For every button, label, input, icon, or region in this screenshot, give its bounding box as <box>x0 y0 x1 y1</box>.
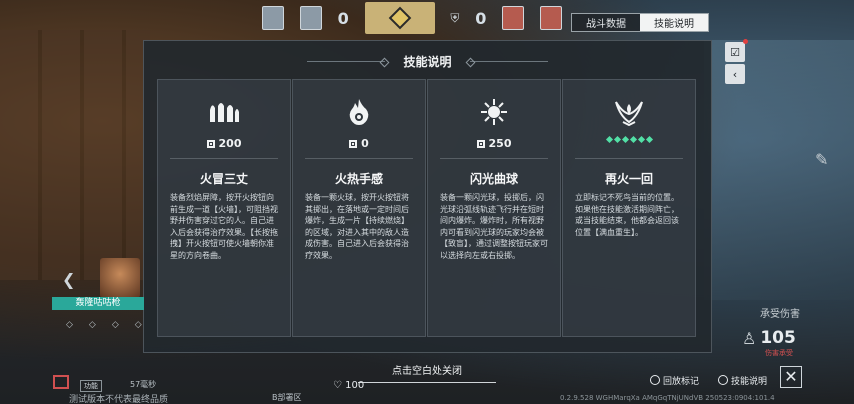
ultimate-point <box>605 135 613 144</box>
skill-name: 火热手感 <box>334 172 383 186</box>
close-hint-underline <box>358 382 496 383</box>
skill-card-curveball-wall: 200 火冒三丈 装备烈焰屏障，按开火按钮向前生成一道【火墙】，可阻挡视野并伤害… <box>157 79 291 337</box>
damage-taken-label: 承受伤害 <box>760 309 800 320</box>
shield-icon: ⛨ <box>450 10 460 25</box>
checklist-button[interactable]: ☑ <box>725 39 748 62</box>
ping-chip: 功能 <box>80 380 102 392</box>
skill-description: 装备烈焰屏障，按开火按钮向前生成一道【火墙】，可阻挡视野并伤害穿过它的人。自己进… <box>170 193 278 260</box>
flame-wall-icon <box>158 98 290 126</box>
hp-block: ♙ 105 <box>742 328 796 348</box>
enemy-score: 0 <box>475 8 487 28</box>
background-wall-left <box>0 30 150 280</box>
modal-header: 技能说明 <box>144 53 711 69</box>
ultimate-point <box>613 135 621 144</box>
ability-slot-icon: ◇ <box>88 320 96 330</box>
player-ability-icons: ◇ ◇ ◇ ◇ <box>66 320 142 330</box>
skill-cards: 200 火冒三丈 装备烈焰屏障，按开火按钮向前生成一道【火墙】，可阻挡视野并伤害… <box>157 79 698 337</box>
ally-score: 0 <box>337 8 349 28</box>
ally-avatar <box>262 6 284 30</box>
person-icon: ♙ <box>742 329 757 348</box>
top-hud: 0 ⛨ 0 <box>262 2 562 34</box>
player-name: 轰隆咕咕枪 <box>52 297 144 310</box>
ability-slot-icon: ◇ <box>134 320 142 330</box>
player-portrait <box>100 258 140 298</box>
checklist-icon: ☑ <box>730 45 740 59</box>
skill-description: 装备一颗闪光球，投掷后，闪光球沿弧线轨迹飞行并在短时间内爆炸。爆炸时，所有视野内… <box>440 193 548 260</box>
skill-cost-value: 250 <box>488 137 512 150</box>
card-divider <box>305 158 413 159</box>
card-divider <box>575 158 683 159</box>
replay-marker-button[interactable]: 回放标记 <box>650 372 699 388</box>
spike-indicator <box>364 2 435 34</box>
skill-info-label: 技能说明 <box>731 376 768 387</box>
player-hp: ♡ 100 <box>333 380 365 391</box>
skill-card-curveball: 250 闪光曲球 装备一颗闪光球，投掷后，闪光球沿弧线轨迹飞行并在短时间内爆炸。… <box>427 79 561 337</box>
spike-icon <box>388 6 411 30</box>
ultimate-point <box>637 135 645 144</box>
skill-description: 立即标记不死鸟当前的位置。如果他在技能激活期间阵亡，或当技能结束，他都会返回该位… <box>575 193 679 237</box>
close-icon: ✕ <box>784 367 798 386</box>
tab-skill-info[interactable]: 技能说明 <box>640 14 708 31</box>
close-button[interactable]: ✕ <box>780 366 802 388</box>
ally-avatar <box>299 6 322 30</box>
collapse-button[interactable]: ‹ <box>725 64 745 84</box>
ultimate-point-dots <box>605 135 653 144</box>
credits-icon <box>349 139 358 148</box>
skill-card-run-it-back: 再火一回 立即标记不死鸟当前的位置。如果他在技能激活期间阵亡，或当技能结束，他都… <box>562 79 696 337</box>
phoenix-rebirth-icon <box>563 98 695 126</box>
notification-dot <box>743 39 748 44</box>
ultimate-point <box>645 135 653 144</box>
build-version: 0.2.9.528 WGHMarqXa AMqGqTNjUNdVB 250523… <box>560 394 775 402</box>
skill-info-button[interactable]: 技能说明 <box>718 372 767 388</box>
skill-cost: 200 <box>158 137 290 150</box>
ultimate-point <box>629 135 637 144</box>
pen-icon[interactable]: ✎ <box>815 150 828 169</box>
ping-value: 57毫秒 <box>130 380 157 389</box>
enemy-avatar <box>539 6 562 30</box>
marker-icon <box>650 375 660 385</box>
skill-cost: 0 <box>293 137 425 150</box>
header-divider-left <box>307 60 386 62</box>
skill-info-modal: 技能说明 200 火冒三丈 装备烈焰屏障，按开火按钮向前生成一道【火墙】，可阻挡… <box>143 40 712 353</box>
card-divider <box>170 158 278 159</box>
skill-cost-value: 0 <box>361 137 369 150</box>
credits-icon <box>206 139 215 148</box>
fireball-icon <box>293 98 425 126</box>
flash-orb-icon <box>428 98 560 126</box>
ability-slot-icon: ◇ <box>66 320 73 330</box>
tab-switcher: 战斗数据 技能说明 <box>571 13 709 32</box>
chevron-left-icon: ‹ <box>732 67 738 81</box>
hp-value: 105 <box>760 328 796 348</box>
replay-marker-label: 回放标记 <box>663 376 700 387</box>
hp-sub-label: 伤害承受 <box>765 349 793 357</box>
ultimate-points <box>563 135 695 144</box>
skill-cost-value: 200 <box>218 137 242 150</box>
skill-cost: 250 <box>428 137 560 150</box>
skill-name: 火冒三丈 <box>199 172 248 186</box>
skill-card-hot-hands: 0 火热手感 装备一颗火球，按开火按钮将其掷出，在落地或一定时间后爆炸，生成一片… <box>292 79 426 337</box>
info-icon <box>718 375 728 385</box>
card-divider <box>440 158 548 159</box>
credits-icon <box>476 139 485 148</box>
skill-name: 闪光曲球 <box>469 172 518 186</box>
player-hp-value: 100 <box>345 380 365 391</box>
modal-title: 技能说明 <box>403 54 452 69</box>
game-logo-icon <box>53 375 69 389</box>
skill-description: 装备一颗火球，按开火按钮将其掷出，在落地或一定时间后爆炸，生成一片【持续燃烧】的… <box>305 193 409 260</box>
zone-label: B部署区 <box>272 393 302 402</box>
tab-combat-data[interactable]: 战斗数据 <box>572 14 640 31</box>
ultimate-point <box>621 135 629 144</box>
header-divider-right <box>469 60 548 62</box>
beta-disclaimer: 测试版本不代表最终品质 <box>69 395 169 404</box>
skill-name: 再火一回 <box>604 172 653 186</box>
chevron-left-icon[interactable]: ❮ <box>62 270 75 289</box>
ability-slot-icon: ◇ <box>111 320 119 330</box>
enemy-avatar <box>502 6 525 30</box>
